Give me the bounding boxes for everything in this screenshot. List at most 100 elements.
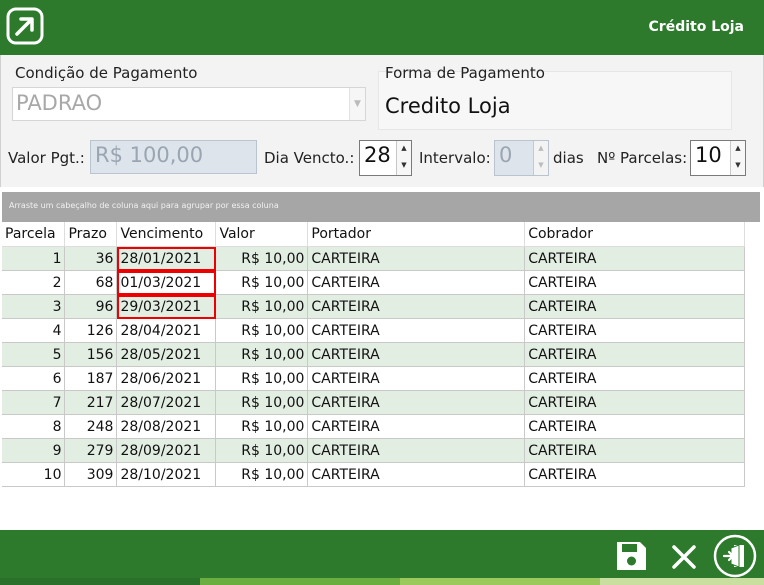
- cell-valor[interactable]: R$ 10,00: [215, 366, 309, 391]
- table-row[interactable]: 10 309 28/10/2021 R$ 10,00 CARTEIRA CART…: [2, 462, 745, 487]
- cell-prazo[interactable]: 68: [64, 270, 118, 295]
- cell-cobrador[interactable]: CARTEIRA: [524, 366, 745, 391]
- group-by-area[interactable]: Arraste um cabeçalho de coluna aqui para…: [2, 192, 760, 222]
- cell-prazo[interactable]: 126: [64, 318, 118, 343]
- cell-cobrador[interactable]: CARTEIRA: [524, 438, 745, 463]
- cell-valor[interactable]: R$ 10,00: [215, 318, 309, 343]
- cell-parcela[interactable]: 2: [2, 270, 66, 295]
- cell-vencimento[interactable]: 28/10/2021: [116, 462, 217, 487]
- cell-portador[interactable]: CARTEIRA: [307, 462, 526, 487]
- table-row[interactable]: 5 156 28/05/2021 R$ 10,00 CARTEIRA CARTE…: [2, 342, 745, 367]
- exit-icon[interactable]: [712, 533, 758, 579]
- save-icon[interactable]: [613, 538, 649, 574]
- cell-prazo[interactable]: 248: [64, 414, 118, 439]
- cell-prazo[interactable]: 217: [64, 390, 118, 415]
- cell-parcela[interactable]: 5: [2, 342, 66, 367]
- cell-portador[interactable]: CARTEIRA: [307, 366, 526, 391]
- cell-portador[interactable]: CARTEIRA: [307, 438, 526, 463]
- cell-prazo[interactable]: 309: [64, 462, 118, 487]
- cell-valor[interactable]: R$ 10,00: [215, 462, 309, 487]
- cell-valor[interactable]: R$ 10,00: [215, 414, 309, 439]
- column-header-valor[interactable]: Valor: [215, 222, 309, 247]
- column-header-cobrador[interactable]: Cobrador: [524, 222, 745, 247]
- cell-valor[interactable]: R$ 10,00: [215, 438, 309, 463]
- cell-parcela[interactable]: 6: [2, 366, 66, 391]
- external-link-square-icon: [6, 7, 44, 45]
- cell-cobrador[interactable]: CARTEIRA: [524, 318, 745, 343]
- cell-vencimento[interactable]: 29/03/2021: [116, 294, 217, 319]
- spin-down-icon[interactable]: ▼: [534, 158, 548, 175]
- spin-down-icon[interactable]: ▼: [397, 158, 411, 175]
- table-row[interactable]: 2 68 01/03/2021 R$ 10,00 CARTEIRA CARTEI…: [2, 270, 745, 295]
- intervalo-spin-buttons[interactable]: ▲ ▼: [533, 141, 548, 175]
- spin-up-icon[interactable]: ▲: [534, 141, 548, 158]
- column-header-vencimento[interactable]: Vencimento: [116, 222, 217, 247]
- dia-vencto-spin-buttons[interactable]: ▲ ▼: [396, 141, 411, 175]
- cell-cobrador[interactable]: CARTEIRA: [524, 294, 745, 319]
- cell-valor[interactable]: R$ 10,00: [215, 390, 309, 415]
- spin-down-icon[interactable]: ▼: [731, 158, 745, 175]
- parcelas-spinner[interactable]: 10 ▲ ▼: [690, 140, 746, 176]
- cell-vencimento[interactable]: 28/04/2021: [116, 318, 217, 343]
- cell-prazo[interactable]: 96: [64, 294, 118, 319]
- cell-parcela[interactable]: 1: [2, 246, 66, 271]
- cell-parcela[interactable]: 3: [2, 294, 66, 319]
- parcelas-spin-buttons[interactable]: ▲ ▼: [730, 141, 745, 175]
- parcelas-label: Nº Parcelas:: [597, 149, 688, 167]
- column-header-prazo[interactable]: Prazo: [64, 222, 118, 247]
- cell-prazo[interactable]: 279: [64, 438, 118, 463]
- cell-portador[interactable]: CARTEIRA: [307, 342, 526, 367]
- footer-stripe: [400, 578, 600, 585]
- cell-prazo[interactable]: 36: [64, 246, 118, 271]
- dia-vencto-spinner[interactable]: 28 ▲ ▼: [359, 140, 412, 176]
- cell-valor[interactable]: R$ 10,00: [215, 246, 309, 271]
- cell-vencimento[interactable]: 28/07/2021: [116, 390, 217, 415]
- cell-parcela[interactable]: 9: [2, 438, 66, 463]
- column-header-parcela[interactable]: Parcela: [2, 222, 66, 247]
- cell-cobrador[interactable]: CARTEIRA: [524, 414, 745, 439]
- cell-valor[interactable]: R$ 10,00: [215, 294, 309, 319]
- cell-portador[interactable]: CARTEIRA: [307, 246, 526, 271]
- cell-portador[interactable]: CARTEIRA: [307, 414, 526, 439]
- cell-portador[interactable]: CARTEIRA: [307, 390, 526, 415]
- cell-vencimento[interactable]: 01/03/2021: [116, 270, 217, 295]
- intervalo-spinner[interactable]: 0 ▲ ▼: [494, 140, 549, 176]
- cell-vencimento[interactable]: 28/06/2021: [116, 366, 217, 391]
- spin-up-icon[interactable]: ▲: [731, 141, 745, 158]
- cell-cobrador[interactable]: CARTEIRA: [524, 390, 745, 415]
- cell-valor[interactable]: R$ 10,00: [215, 270, 309, 295]
- table-row[interactable]: 1 36 28/01/2021 R$ 10,00 CARTEIRA CARTEI…: [2, 246, 745, 271]
- cell-portador[interactable]: CARTEIRA: [307, 270, 526, 295]
- cell-cobrador[interactable]: CARTEIRA: [524, 246, 745, 271]
- cell-portador[interactable]: CARTEIRA: [307, 294, 526, 319]
- cell-portador[interactable]: CARTEIRA: [307, 318, 526, 343]
- cell-valor[interactable]: R$ 10,00: [215, 342, 309, 367]
- valor-field[interactable]: R$ 100,00: [90, 140, 257, 174]
- cell-prazo[interactable]: 156: [64, 342, 118, 367]
- table-row[interactable]: 6 187 28/06/2021 R$ 10,00 CARTEIRA CARTE…: [2, 366, 745, 391]
- cell-prazo[interactable]: 187: [64, 366, 118, 391]
- close-icon[interactable]: [667, 540, 701, 574]
- cell-vencimento[interactable]: 28/08/2021: [116, 414, 217, 439]
- condicao-combobox[interactable]: PADRAO ▼: [12, 87, 366, 121]
- cell-vencimento[interactable]: 28/09/2021: [116, 438, 217, 463]
- bottom-toolbar: [0, 530, 764, 585]
- table-row[interactable]: 7 217 28/07/2021 R$ 10,00 CARTEIRA CARTE…: [2, 390, 745, 415]
- table-row[interactable]: 3 96 29/03/2021 R$ 10,00 CARTEIRA CARTEI…: [2, 294, 745, 319]
- condicao-label: Condição de Pagamento: [15, 64, 198, 82]
- cell-cobrador[interactable]: CARTEIRA: [524, 270, 745, 295]
- cell-parcela[interactable]: 7: [2, 390, 66, 415]
- column-header-portador[interactable]: Portador: [307, 222, 526, 247]
- cell-vencimento[interactable]: 28/05/2021: [116, 342, 217, 367]
- cell-vencimento[interactable]: 28/01/2021: [116, 246, 217, 271]
- cell-parcela[interactable]: 8: [2, 414, 66, 439]
- cell-parcela[interactable]: 4: [2, 318, 66, 343]
- table-row[interactable]: 8 248 28/08/2021 R$ 10,00 CARTEIRA CARTE…: [2, 414, 745, 439]
- cell-parcela[interactable]: 10: [2, 462, 66, 487]
- cell-cobrador[interactable]: CARTEIRA: [524, 462, 745, 487]
- spin-up-icon[interactable]: ▲: [397, 141, 411, 158]
- chevron-down-icon[interactable]: ▼: [349, 88, 365, 120]
- cell-cobrador[interactable]: CARTEIRA: [524, 342, 745, 367]
- table-row[interactable]: 9 279 28/09/2021 R$ 10,00 CARTEIRA CARTE…: [2, 438, 745, 463]
- table-row[interactable]: 4 126 28/04/2021 R$ 10,00 CARTEIRA CARTE…: [2, 318, 745, 343]
